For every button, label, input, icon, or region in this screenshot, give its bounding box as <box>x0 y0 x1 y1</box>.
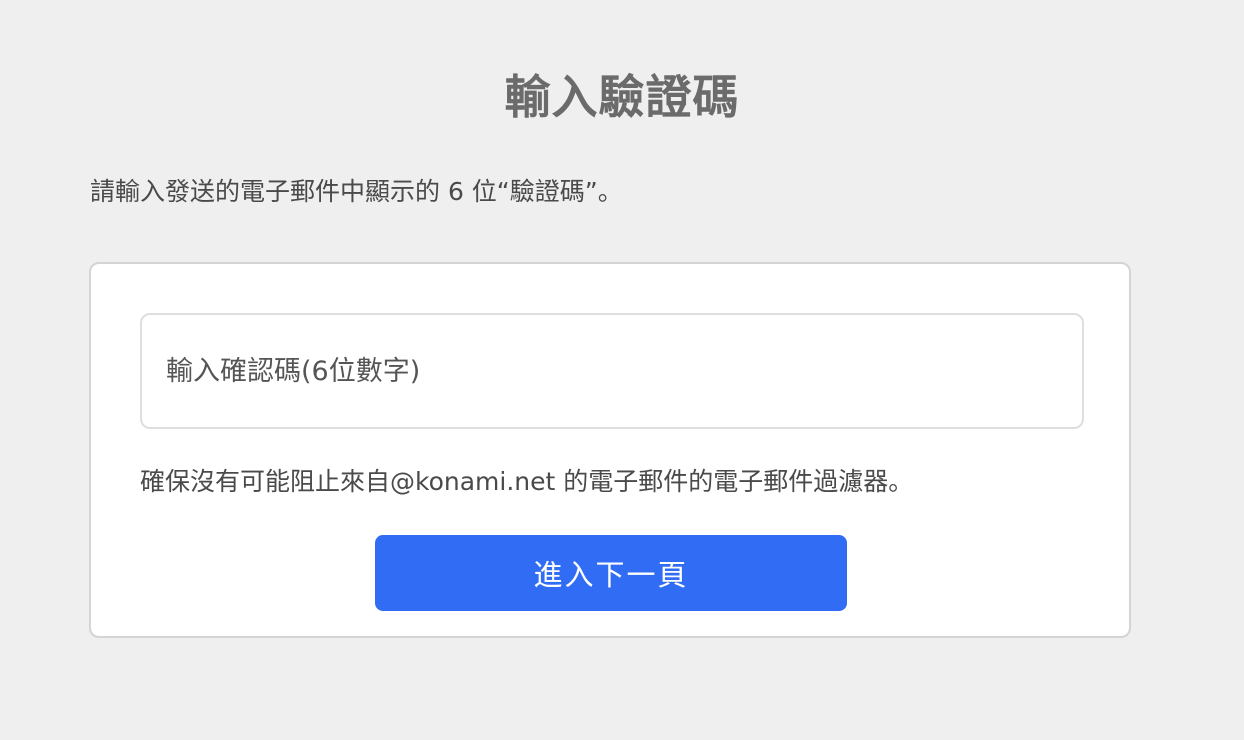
instruction-text: 請輸入發送的電子郵件中顯示的 6 位“驗證碼”。 <box>90 177 623 206</box>
email-filter-notice: 確保沒有可能阻止來自@konami.net 的電子郵件的電子郵件過濾器。 <box>140 467 914 496</box>
next-page-button[interactable]: 進入下一頁 <box>375 535 847 611</box>
verification-code-input[interactable] <box>140 313 1084 429</box>
verification-page: 輸入驗證碼 請輸入發送的電子郵件中顯示的 6 位“驗證碼”。 確保沒有可能阻止來… <box>0 0 1244 740</box>
verification-card: 確保沒有可能阻止來自@konami.net 的電子郵件的電子郵件過濾器。 進入下… <box>89 262 1131 638</box>
page-title: 輸入驗證碼 <box>504 70 740 124</box>
